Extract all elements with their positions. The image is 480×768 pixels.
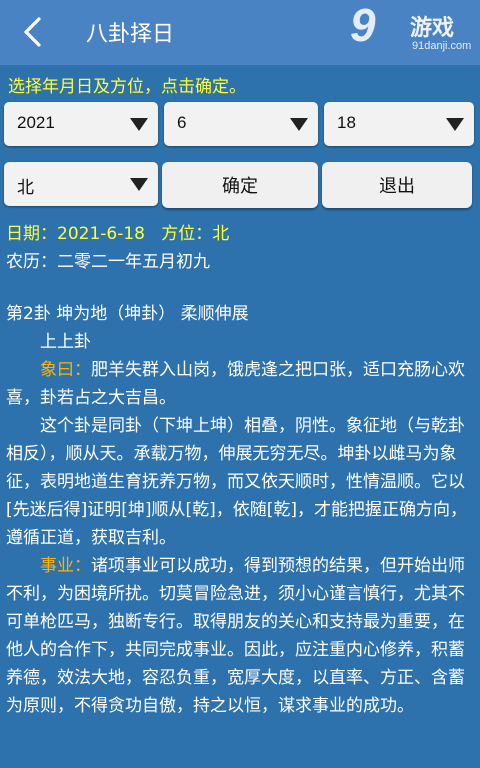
gua-description: 这个卦是同卦（下坤上坤）相叠，阴性。象征地（与乾卦相反），顺从天。承载万物，伸展…	[6, 416, 468, 548]
date-direction-line: 日期：2021-6-18 方位：北	[6, 220, 468, 248]
confirm-button[interactable]: 确定	[162, 162, 318, 208]
gua-title: 第2卦 坤为地（坤卦） 柔顺伸展	[6, 304, 249, 324]
back-button[interactable]	[14, 14, 50, 50]
page-title: 八卦择日	[86, 22, 175, 47]
day-value: 18	[337, 113, 356, 132]
lunar-date: 农历：二零二一年五月初九	[6, 252, 210, 272]
direction-select[interactable]: 北	[4, 162, 158, 206]
date-line: 日期：2021-6-18	[6, 224, 145, 244]
day-select[interactable]: 18	[324, 102, 474, 146]
watermark-logo-mark: 9	[350, 0, 376, 51]
career-paragraph: 事业：诸项事业可以成功，得到预想的结果，但开始出师不利，为困境所扰。切莫冒险急进…	[6, 552, 468, 720]
title-bar: 八卦择日 9 游戏 91danji.com	[0, 0, 480, 65]
dropdown-arrow-icon	[446, 118, 464, 131]
career-text: 诸项事业可以成功，得到预想的结果，但开始出师不利，为困境所扰。切莫冒险急进，须小…	[6, 556, 465, 716]
xiang-paragraph: 象曰：肥羊失群入山岗，饿虎逢之把口张，适口充肠心欢喜，卦若占之大吉昌。	[6, 356, 468, 412]
career-label: 事业：	[40, 556, 91, 576]
exit-button[interactable]: 退出	[322, 162, 472, 208]
year-value: 2021	[17, 113, 55, 132]
direction-value: 北	[17, 178, 34, 197]
watermark-url: 91danji.com	[412, 40, 472, 52]
back-arrow-icon	[24, 17, 41, 47]
gua-grade: 上上卦	[40, 332, 91, 352]
direction-line: 方位：北	[161, 224, 230, 244]
month-select[interactable]: 6	[164, 102, 318, 146]
instruction-text: 选择年月日及方位，点击确定。	[8, 77, 246, 97]
dropdown-arrow-icon	[290, 118, 308, 131]
watermark-name: 游戏	[410, 15, 455, 40]
dropdown-arrow-icon	[130, 178, 148, 191]
year-select[interactable]: 2021	[4, 102, 158, 146]
month-value: 6	[177, 113, 187, 132]
dropdown-arrow-icon	[130, 118, 148, 131]
watermark-logo: 9 游戏 91danji.com	[350, 0, 474, 62]
xiang-label: 象曰：	[40, 360, 91, 380]
result-panel: 日期：2021-6-18 方位：北 农历：二零二一年五月初九 第2卦 坤为地（坤…	[6, 220, 468, 720]
